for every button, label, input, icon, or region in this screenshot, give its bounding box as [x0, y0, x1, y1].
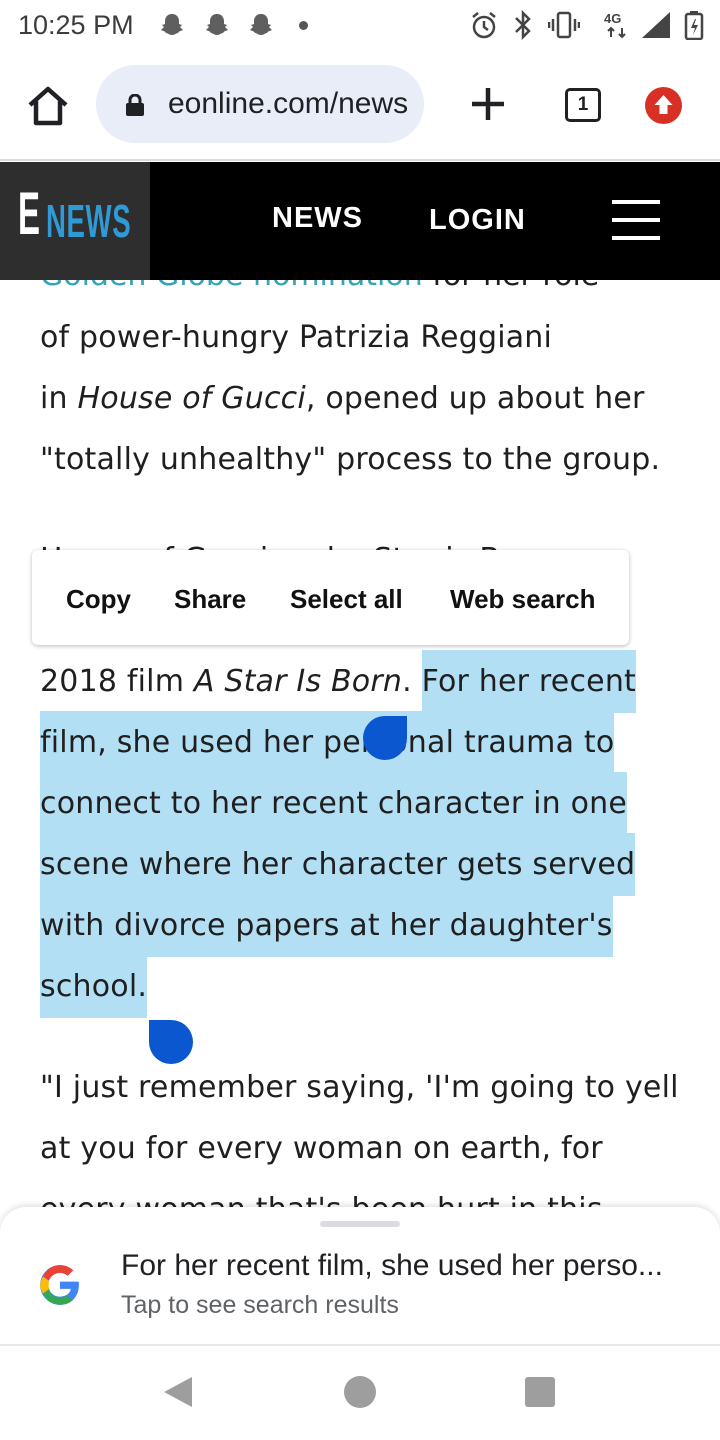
notification-dot: [299, 21, 308, 30]
nav-login-link[interactable]: LOGIN: [429, 204, 526, 237]
signal-icon: [642, 12, 670, 38]
toolbar-divider: [0, 159, 720, 161]
selection-start-handle[interactable]: [363, 716, 407, 760]
golden-globe-link[interactable]: Golden Globe nomination: [40, 280, 423, 293]
update-icon[interactable]: [645, 87, 682, 124]
article-line: 2018 film A Star Is Born. For her recent: [40, 650, 636, 713]
article-line: with divorce papers at her daughter's: [40, 894, 613, 957]
snapchat-icon: [250, 14, 272, 35]
svg-text:4G: 4G: [604, 11, 621, 26]
selected-text[interactable]: film, she used her personal trauma to: [40, 711, 615, 774]
article-line: of power-hungry Patrizia Reggiani: [40, 320, 553, 355]
hamburger-menu-icon[interactable]: [612, 200, 660, 240]
article-body: Golden Globe nomination for her role of …: [0, 280, 720, 1210]
article-line: in House of Gucci, opened up about her: [40, 381, 645, 416]
selected-text[interactable]: school.: [40, 955, 148, 1018]
bluetooth-icon: [515, 10, 531, 40]
tab-switcher-button[interactable]: 1: [565, 88, 601, 122]
google-icon: [40, 1265, 79, 1305]
nav-news-link[interactable]: NEWS: [272, 202, 363, 235]
4g-icon: 4G: [604, 11, 626, 39]
copy-button[interactable]: Copy: [66, 584, 131, 615]
selection-end-handle[interactable]: [149, 1020, 193, 1064]
search-query-text[interactable]: For her recent film, she used her perso.…: [121, 1249, 663, 1283]
sheet-drag-handle[interactable]: [320, 1221, 400, 1227]
logo-news: NEWS: [46, 195, 132, 247]
selected-text[interactable]: For her recent: [421, 650, 636, 713]
contextual-search-sheet[interactable]: For her recent film, she used her perso.…: [0, 1207, 720, 1345]
snapchat-icon: [206, 14, 228, 35]
text-selection-menu: Copy Share Select all Web search: [32, 550, 629, 645]
snapchat-icon: [161, 14, 183, 35]
selected-text[interactable]: scene where her character gets served: [40, 833, 636, 896]
article-line: film, she used her personal trauma to: [40, 711, 615, 774]
search-hint-text: Tap to see search results: [121, 1291, 399, 1319]
article-line: Golden Globe nomination for her role: [40, 280, 599, 293]
article-line: school.: [40, 955, 148, 1018]
alarm-icon: [472, 12, 496, 39]
logo-e: E: [18, 180, 41, 247]
article-line: connect to her recent character in one: [40, 772, 628, 835]
article-line: "I just remember saying, 'I'm going to y…: [40, 1070, 679, 1105]
lock-icon: [126, 94, 144, 116]
article-line: at you for every woman on earth, for: [40, 1131, 603, 1166]
browser-toolbar: eonline.com/news 1: [0, 50, 720, 160]
article-line: scene where her character gets served: [40, 833, 636, 896]
url-text: eonline.com/news: [168, 87, 409, 120]
selected-text[interactable]: connect to her recent character in one: [40, 772, 628, 835]
new-tab-icon[interactable]: [470, 86, 506, 122]
system-nav-bar: [0, 1346, 720, 1440]
status-time: 10:25 PM: [18, 10, 134, 40]
status-bar: 10:25 PM 4G: [0, 0, 720, 50]
back-icon[interactable]: [162, 1375, 194, 1409]
home-button-icon[interactable]: [344, 1376, 376, 1408]
vibrate-icon: [548, 11, 580, 39]
site-header: E NEWS NEWS LOGIN: [0, 162, 720, 280]
enews-logo[interactable]: E NEWS: [0, 162, 150, 280]
share-button[interactable]: Share: [174, 584, 246, 615]
url-bar[interactable]: eonline.com/news: [96, 65, 424, 143]
home-icon[interactable]: [26, 85, 70, 127]
selected-text[interactable]: with divorce papers at her daughter's: [40, 894, 613, 957]
battery-icon: [684, 11, 704, 40]
web-search-button[interactable]: Web search: [450, 584, 595, 615]
recents-icon[interactable]: [525, 1377, 555, 1407]
article-line: "totally unhealthy" process to the group…: [40, 442, 661, 477]
select-all-button[interactable]: Select all: [290, 584, 403, 615]
